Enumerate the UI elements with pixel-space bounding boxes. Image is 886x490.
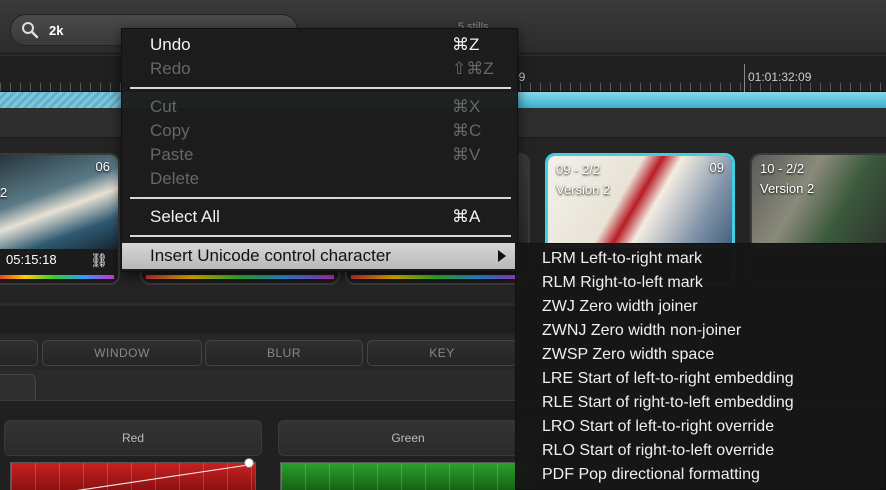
menu-item-shortcut: ⌘C <box>452 121 482 140</box>
menu-item-label: Insert Unicode control character <box>150 246 391 265</box>
submenu-item-lrm[interactable]: LRM Left-to-right mark <box>542 248 702 270</box>
submenu-item-rlm[interactable]: RLM Right-to-left mark <box>542 272 703 294</box>
clip-label: 2 <box>0 185 8 200</box>
submenu-item-zwnj[interactable]: ZWNJ Zero width non-joiner <box>542 320 741 342</box>
channel-green-header[interactable]: Green <box>278 420 538 456</box>
menu-item-shortcut: ⌘Z <box>452 35 480 54</box>
menu-item-shortcut: ⌘A <box>452 207 481 226</box>
green-curve-editor[interactable] <box>280 462 536 490</box>
clip-version: Version 2 <box>556 182 611 197</box>
red-curve-line <box>76 464 250 490</box>
clip-scopes <box>146 275 334 279</box>
clip-number: 06 <box>95 159 110 174</box>
menu-item-label: Copy <box>150 121 190 140</box>
submenu-item-pdf[interactable]: PDF Pop directional formatting <box>542 464 760 486</box>
timeline-track-hatched[interactable] <box>0 92 130 108</box>
context-menu: Undo ⌘Z Redo ⇧⌘Z Cut ⌘X Copy ⌘C Paste ⌘V… <box>121 28 518 272</box>
clip-scopes <box>0 275 114 279</box>
timecode-right: 01:01:32:09 <box>748 70 812 84</box>
menu-item-label: Select All <box>150 207 220 226</box>
submenu-arrow-icon <box>498 250 506 262</box>
channel-red-header[interactable]: Red <box>4 420 262 456</box>
submenu-item-rle[interactable]: RLE Start of right-to-left embedding <box>542 392 794 414</box>
clip-label: 09 - 2/2 <box>556 162 601 177</box>
menu-item-cut: Cut ⌘X <box>122 95 517 119</box>
menu-item-shortcut: ⇧⌘Z <box>452 59 494 78</box>
red-curve-editor[interactable] <box>10 462 256 490</box>
menu-item-label: Undo <box>150 35 191 54</box>
clip-version: Version 2 <box>760 181 815 196</box>
menu-item-label: Delete <box>150 169 200 188</box>
clip-number: 09 <box>709 160 724 175</box>
menu-separator <box>130 87 511 89</box>
tab-previous[interactable] <box>0 340 38 366</box>
tab-blur[interactable]: BLUR <box>205 340 363 366</box>
clip-scopes <box>351 275 524 279</box>
color-grading-app: 2k 5 stills 09 01:01:32:09 06 2 05:15:18… <box>0 0 886 490</box>
menu-item-label: Redo <box>150 59 191 78</box>
curve-point-handle[interactable] <box>244 458 254 468</box>
submenu-item-lro[interactable]: LRO Start of left-to-right override <box>542 416 774 438</box>
menu-item-label: Cut <box>150 97 177 116</box>
subtab[interactable] <box>0 374 36 402</box>
menu-item-redo: Redo ⇧⌘Z <box>122 57 517 81</box>
menu-item-undo[interactable]: Undo ⌘Z <box>122 33 517 57</box>
tab-key[interactable]: KEY <box>367 340 517 366</box>
clip-timecode: 05:15:18 <box>6 252 57 267</box>
menu-item-paste: Paste ⌘V <box>122 143 517 167</box>
unicode-submenu: LRM Left-to-right mark RLM Right-to-left… <box>515 243 886 490</box>
submenu-item-zwsp[interactable]: ZWSP Zero width space <box>542 344 714 366</box>
clip-thumbnail[interactable]: 06 2 05:15:18 ⛓ <box>0 153 120 285</box>
submenu-item-zwj[interactable]: ZWJ Zero width joiner <box>542 296 698 318</box>
tab-window[interactable]: WINDOW <box>42 340 202 366</box>
menu-item-copy: Copy ⌘C <box>122 119 517 143</box>
menu-item-delete: Delete <box>122 167 517 191</box>
link-icon[interactable]: ⛓ <box>90 252 108 269</box>
submenu-item-lre[interactable]: LRE Start of left-to-right embedding <box>542 368 794 390</box>
magnifier-icon <box>22 22 39 39</box>
menu-separator <box>130 235 511 237</box>
menu-item-shortcut: ⌘V <box>452 145 481 164</box>
menu-separator <box>130 197 511 199</box>
submenu-item-rlo[interactable]: RLO Start of right-to-left override <box>542 440 774 462</box>
timecode-marker <box>744 64 745 92</box>
menu-item-shortcut: ⌘X <box>452 97 481 116</box>
menu-item-insert-unicode[interactable]: Insert Unicode control character <box>122 243 517 269</box>
search-value[interactable]: 2k <box>49 23 63 38</box>
clip-label: 10 - 2/2 <box>760 161 805 176</box>
menu-item-select-all[interactable]: Select All ⌘A <box>122 205 517 229</box>
menu-item-label: Paste <box>150 145 194 164</box>
